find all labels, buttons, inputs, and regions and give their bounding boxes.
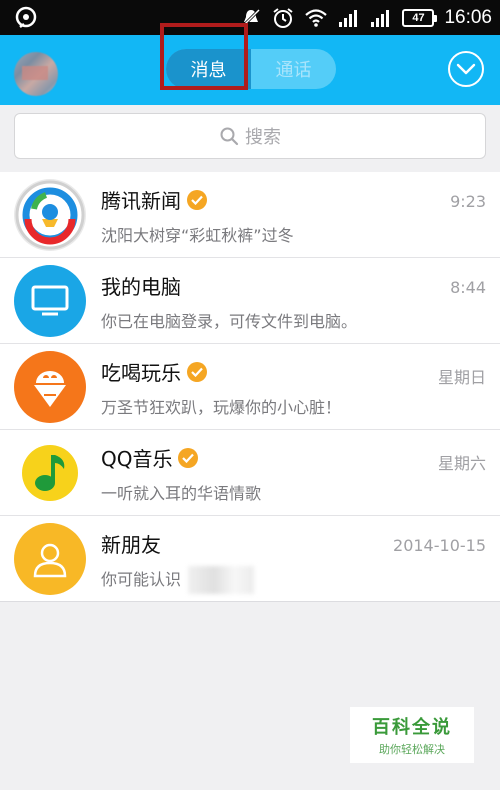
signal-icon [371, 9, 390, 27]
message-preview: 你可能认识 [101, 570, 182, 589]
message-time: 星期六 [437, 454, 486, 473]
conversation-name: 我的电脑 [101, 271, 181, 300]
message-time: 星期日 [437, 368, 486, 387]
person-icon [14, 523, 86, 595]
conversation-list: 腾讯新闻 沈阳大树穿“彩虹秋裤”过冬 9:23 我的电脑 你已在电脑登录，可传文… [0, 172, 500, 602]
list-item[interactable]: QQ音乐 一听就入耳的华语情歌 星期六 [0, 430, 500, 516]
avatar[interactable] [14, 52, 58, 96]
conversation-name: 新朋友 [101, 529, 161, 558]
conversation-name: QQ音乐 [101, 443, 199, 472]
message-time: 8:44 [450, 278, 486, 297]
status-bar: 47 16:06 [0, 0, 500, 35]
chevron-down-icon [456, 63, 476, 75]
list-item[interactable]: 新朋友 你可能认识 2014-10-15 [0, 516, 500, 602]
battery-icon: 47 [402, 8, 438, 27]
message-preview: 沈阳大树穿“彩虹秋裤”过冬 [101, 226, 294, 245]
name-text: 新朋友 [101, 533, 161, 557]
computer-icon [14, 265, 86, 337]
verified-icon [178, 447, 199, 468]
alarm-icon [273, 7, 294, 28]
watermark-subtitle: 助你轻松解决 [379, 743, 445, 756]
clock: 16:06 [444, 6, 492, 28]
name-text: 吃喝玩乐 [101, 361, 181, 385]
watermark-title: 百科全说 [372, 717, 452, 738]
verified-icon [187, 361, 207, 382]
message-preview: 一听就入耳的华语情歌 [101, 484, 262, 503]
more-menu-button[interactable] [448, 51, 484, 87]
battery-level: 47 [412, 11, 425, 24]
message-preview: 万圣节狂欢趴，玩爆你的小心脏！ [101, 398, 342, 417]
search-area: 搜索 [0, 105, 500, 172]
message-preview: 你已在电脑登录，可传文件到电脑。 [101, 312, 358, 331]
search-icon [220, 127, 239, 146]
name-text: 我的电脑 [101, 275, 181, 299]
conversation-name: 腾讯新闻 [101, 185, 207, 214]
list-item[interactable]: 腾讯新闻 沈阳大树穿“彩虹秋裤”过冬 9:23 [0, 172, 500, 258]
header: 消息 通话 [0, 23, 500, 105]
name-text: 腾讯新闻 [101, 189, 181, 213]
tab-calls[interactable]: 通话 [251, 49, 336, 89]
blurred-region [188, 566, 254, 594]
wifi-icon [305, 8, 328, 27]
highlight-box [160, 23, 248, 90]
verified-icon [187, 189, 207, 210]
list-item[interactable]: 吃喝玩乐 万圣节狂欢趴，玩爆你的小心脏！ 星期日 [0, 344, 500, 430]
name-text: QQ音乐 [101, 447, 173, 471]
search-input[interactable]: 搜索 [14, 113, 486, 159]
ice-cream-icon [14, 351, 86, 423]
app-notification-icon [15, 6, 37, 28]
signal-icon [339, 9, 358, 27]
list-item[interactable]: 我的电脑 你已在电脑登录，可传文件到电脑。 8:44 [0, 258, 500, 344]
message-time: 9:23 [450, 192, 486, 211]
tencent-news-icon [14, 179, 86, 251]
search-placeholder: 搜索 [245, 127, 281, 148]
watermark-logo: 百科全说 助你轻松解决 [350, 707, 474, 763]
conversation-name: 吃喝玩乐 [101, 357, 207, 386]
music-icon [14, 437, 86, 509]
message-time: 2014-10-15 [393, 536, 486, 555]
